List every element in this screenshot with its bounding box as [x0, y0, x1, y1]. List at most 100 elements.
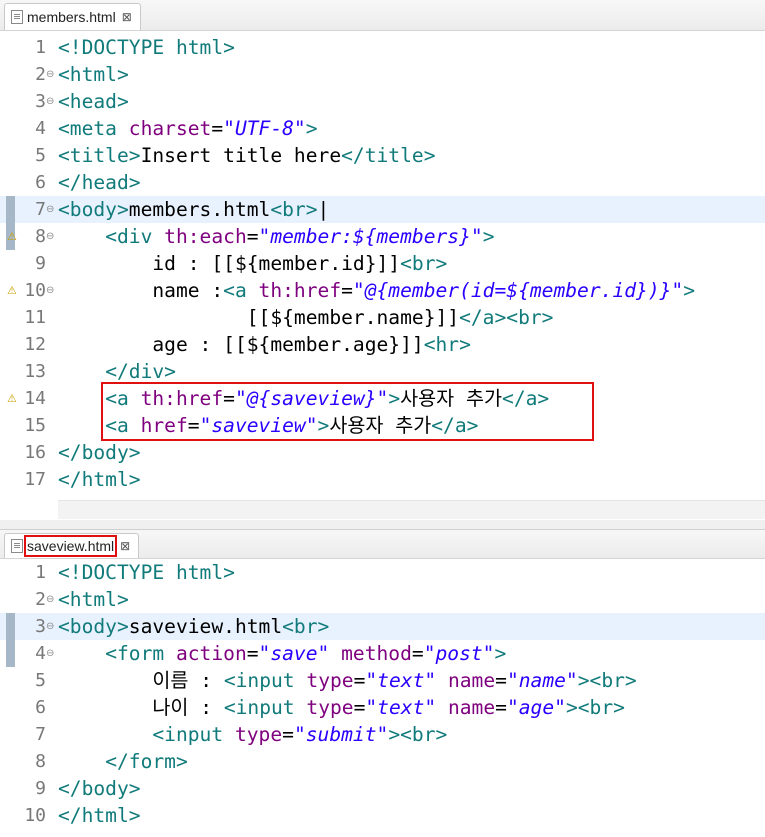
- line-number: 9: [35, 253, 46, 274]
- code-text: age : [[${member.age}]]<hr>: [58, 333, 471, 356]
- code-text: <div th:each="member:${members}">: [105, 225, 495, 248]
- code-line[interactable]: 10 </html>: [0, 802, 765, 829]
- line-number: 12: [24, 334, 46, 355]
- code-text: <title>Insert title here</title>: [58, 144, 436, 167]
- fold-toggle-icon[interactable]: ⊖: [46, 586, 54, 613]
- code-line[interactable]: 6 나이 : <input type="text" name="age"><br…: [0, 694, 765, 721]
- line-number: 11: [24, 307, 46, 328]
- code-line[interactable]: 16 </body>: [0, 439, 765, 466]
- line-number: 17: [24, 469, 46, 490]
- code-line[interactable]: 1 <!DOCTYPE html>: [0, 559, 765, 586]
- code-text: 나이 : <input type="text" name="age"><br>: [58, 696, 625, 719]
- code-text: </head>: [58, 171, 141, 194]
- line-number: 3: [35, 91, 46, 112]
- line-number: 4: [35, 643, 46, 664]
- line-number: 1: [35, 562, 46, 583]
- line-number: 14: [24, 388, 46, 409]
- code-line[interactable]: 11 [[${member.name}]]</a><br>: [0, 304, 765, 331]
- line-number: 3: [35, 616, 46, 637]
- tab-label: saveview.html: [23, 535, 118, 557]
- code-text: </form>: [105, 750, 188, 773]
- line-number: 2: [35, 589, 46, 610]
- change-ruler-marker: [6, 613, 15, 640]
- highlight-box-add-user-links: [101, 382, 594, 441]
- fold-toggle-icon[interactable]: ⊖: [46, 640, 54, 667]
- code-line[interactable]: 1 <!DOCTYPE html>: [0, 34, 765, 61]
- line-number: 5: [35, 145, 46, 166]
- code-text: <!DOCTYPE html>: [58, 561, 235, 584]
- line-number: 9: [35, 778, 46, 799]
- line-number: 10: [24, 280, 46, 301]
- fold-toggle-icon[interactable]: ⊖: [46, 223, 54, 250]
- fold-toggle-icon[interactable]: ⊖: [46, 196, 54, 223]
- pane-divider[interactable]: [0, 520, 765, 529]
- code-line[interactable]: 13 </div>: [0, 358, 765, 385]
- code-text: <head>: [58, 90, 129, 113]
- tab-saveview-html[interactable]: saveview.html ⊠: [4, 533, 140, 558]
- code-text: <!DOCTYPE html>: [58, 36, 235, 59]
- code-text: <input type="submit"><br>: [152, 723, 448, 746]
- code-line[interactable]: 3 ⊖ <head>: [0, 88, 765, 115]
- code-text: id : [[${member.id}]]<br>: [58, 252, 448, 275]
- fold-toggle-icon[interactable]: ⊖: [46, 277, 54, 304]
- code-line[interactable]: 8 </form>: [0, 748, 765, 775]
- line-number: 7: [35, 724, 46, 745]
- code-line[interactable]: ⚠ 8 ⊖ <div th:each="member:${members}">: [0, 223, 765, 250]
- line-number: 5: [35, 670, 46, 691]
- line-number: 1: [35, 37, 46, 58]
- close-icon[interactable]: ⊠: [120, 539, 130, 553]
- line-number: 7: [35, 199, 46, 220]
- line-number: 6: [35, 697, 46, 718]
- line-number: 8: [35, 226, 46, 247]
- tab-label: members.html: [27, 9, 116, 25]
- tab-members-html[interactable]: members.html ⊠: [4, 3, 141, 30]
- html-file-icon: [11, 10, 23, 24]
- code-line[interactable]: 2 ⊖ <html>: [0, 61, 765, 88]
- code-line[interactable]: 12 age : [[${member.age}]]<hr>: [0, 331, 765, 358]
- line-number: 10: [24, 805, 46, 826]
- line-number: 16: [24, 442, 46, 463]
- code-line[interactable]: 3 ⊖ <body>saveview.html<br>: [0, 613, 765, 640]
- close-icon[interactable]: ⊠: [122, 10, 132, 24]
- editor-tab-bar: members.html ⊠: [0, 0, 765, 31]
- line-number: 15: [24, 415, 46, 436]
- code-text: <body>members.html<br>|: [58, 198, 330, 221]
- code-text: </div>: [105, 360, 176, 383]
- code-text: <html>: [58, 63, 129, 86]
- code-line[interactable]: 7 <input type="submit"><br>: [0, 721, 765, 748]
- code-line[interactable]: 6 </head>: [0, 169, 765, 196]
- code-text: 이름 : <input type="text" name="name"><br>: [58, 669, 637, 692]
- line-number: 13: [24, 361, 46, 382]
- code-text: [[${member.name}]]</a><br>: [58, 306, 554, 329]
- code-text: name :<a th:href="@{member(id=${member.i…: [58, 279, 696, 302]
- html-file-icon: [11, 539, 23, 553]
- code-text: </body>: [58, 441, 141, 464]
- line-number: 2: [35, 64, 46, 85]
- code-line[interactable]: 9 id : [[${member.id}]]<br>: [0, 250, 765, 277]
- code-line[interactable]: 9 </body>: [0, 775, 765, 802]
- line-number: 4: [35, 118, 46, 139]
- code-text: </html>: [58, 468, 141, 491]
- code-text: </body>: [58, 777, 141, 800]
- fold-toggle-icon[interactable]: ⊖: [46, 88, 54, 115]
- code-line[interactable]: 7 ⊖ <body>members.html<br>|: [0, 196, 765, 223]
- fold-toggle-icon[interactable]: ⊖: [46, 61, 54, 88]
- line-number: 6: [35, 172, 46, 193]
- code-text: <meta charset="UTF-8">: [58, 117, 318, 140]
- code-text: </html>: [58, 804, 141, 827]
- code-line[interactable]: 4 ⊖ <form action="save" method="post">: [0, 640, 765, 667]
- code-line[interactable]: 17 </html>: [0, 466, 765, 493]
- code-line[interactable]: 2 ⊖ <html>: [0, 586, 765, 613]
- line-number: 8: [35, 751, 46, 772]
- code-line[interactable]: 5 이름 : <input type="text" name="name"><b…: [0, 667, 765, 694]
- horizontal-scrollbar[interactable]: [58, 500, 765, 519]
- change-ruler-marker: [6, 640, 15, 667]
- code-text: <form action="save" method="post">: [105, 642, 507, 665]
- code-line[interactable]: 4 <meta charset="UTF-8">: [0, 115, 765, 142]
- code-line[interactable]: 5 <title>Insert title here</title>: [0, 142, 765, 169]
- code-line[interactable]: ⚠ 10 ⊖ name :<a th:href="@{member(id=${mem…: [0, 277, 765, 304]
- editor-tab-bar: saveview.html ⊠: [0, 530, 765, 559]
- fold-toggle-icon[interactable]: ⊖: [46, 613, 54, 640]
- change-ruler-marker: [6, 196, 15, 223]
- code-text: <html>: [58, 588, 129, 611]
